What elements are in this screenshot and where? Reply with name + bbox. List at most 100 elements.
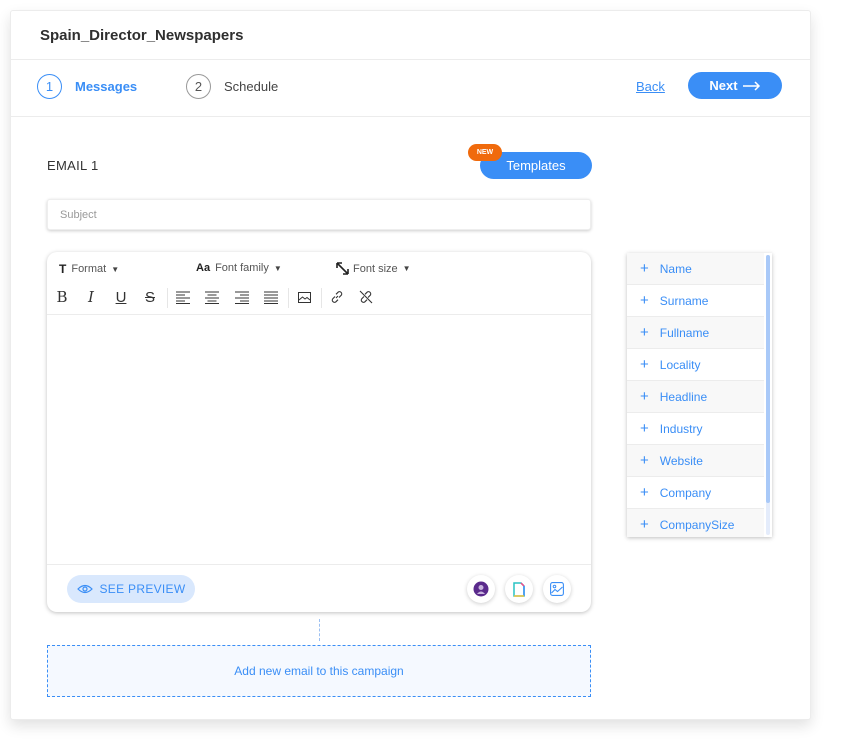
italic-button[interactable]: I (80, 286, 102, 308)
variables-list: + Name + Surname + Fullname + Locality + Head… (627, 253, 772, 537)
variable-item[interactable]: + Fullname (627, 317, 764, 349)
step-schedule[interactable]: 2 Schedule (186, 74, 278, 99)
arrow-right-icon (742, 80, 760, 91)
align-justify-icon (264, 291, 278, 304)
plus-icon: + (640, 452, 649, 469)
step-label: Messages (75, 79, 138, 94)
eye-icon (76, 584, 93, 594)
plus-icon: + (640, 260, 649, 277)
see-preview-label: SEE PREVIEW (99, 582, 186, 596)
variable-label: Fullname (659, 325, 710, 340)
image-icon (297, 291, 311, 303)
variable-label: Website (659, 453, 703, 468)
align-left-icon (176, 291, 190, 304)
email-body-editor[interactable] (47, 315, 591, 564)
align-left-button[interactable] (172, 286, 194, 308)
variable-label: CompanySize (659, 517, 735, 532)
variable-label: Locality (659, 357, 701, 372)
step-number: 2 (186, 74, 211, 99)
plus-icon: + (640, 324, 649, 341)
variable-label: Company (659, 485, 712, 500)
insert-image-button[interactable] (293, 286, 315, 308)
variable-item[interactable]: + Website (627, 445, 764, 477)
bold-icon: B (56, 288, 68, 306)
variable-item[interactable]: + Name (627, 253, 764, 285)
variable-item[interactable]: + Surname (627, 285, 764, 317)
caret-down-icon: ▼ (402, 264, 411, 273)
align-right-icon (235, 291, 249, 304)
toolbar-divider (167, 288, 168, 308)
new-badge: NEW (468, 144, 502, 161)
toolbar-divider (321, 288, 322, 308)
avatar-signature-icon (473, 581, 489, 597)
dashed-connector (319, 619, 320, 641)
format-label: Format (71, 263, 107, 275)
variable-item[interactable]: + Industry (627, 413, 764, 445)
text-format-icon: T (59, 262, 67, 276)
align-right-button[interactable] (231, 286, 253, 308)
variable-label: Surname (659, 293, 709, 308)
signature-button[interactable] (467, 575, 495, 603)
font-size-dropdown[interactable]: Font size ▼ (336, 262, 411, 275)
step-messages[interactable]: 1 Messages (37, 74, 137, 99)
scrollbar-thumb[interactable] (766, 255, 770, 503)
format-dropdown[interactable]: T Format ▼ (59, 262, 119, 276)
bold-button[interactable]: B (51, 286, 73, 308)
variable-label: Headline (659, 389, 708, 404)
strikethrough-button[interactable]: S (139, 286, 161, 308)
underline-button[interactable]: U (110, 286, 132, 308)
step-number: 1 (37, 74, 62, 99)
email-editor: T Format ▼ Aa Font family ▼ Font size ▼ … (47, 252, 591, 612)
email-label: EMAIL 1 (47, 158, 99, 173)
variable-item[interactable]: + Headline (627, 381, 764, 413)
variable-label: Industry (659, 421, 703, 436)
variable-item[interactable]: + Locality (627, 349, 764, 381)
add-new-email-button[interactable]: Add new email to this campaign (47, 645, 591, 697)
resize-icon (336, 262, 349, 275)
font-family-label: Font family (215, 262, 269, 274)
next-label: Next (709, 78, 738, 93)
variable-item[interactable]: + CompanySize (627, 509, 764, 537)
plus-icon: + (640, 292, 649, 309)
campaign-title: Spain_Director_Newspapers (40, 27, 244, 44)
attach-file-button[interactable] (505, 575, 533, 603)
back-link[interactable]: Back (636, 79, 665, 94)
unlink-icon (359, 290, 373, 304)
variable-item[interactable]: + Company (627, 477, 764, 509)
plus-icon: + (640, 516, 649, 533)
insert-image-round-button[interactable] (543, 575, 571, 603)
toolbar-buttons: B I U S (47, 286, 591, 308)
link-icon (331, 291, 343, 303)
steps-bar: 1 Messages 2 Schedule Back Next (11, 60, 810, 117)
image-icon (550, 582, 564, 596)
header: Spain_Director_Newspapers (11, 11, 810, 60)
add-new-email-label: Add new email to this campaign (234, 664, 404, 678)
align-center-button[interactable] (201, 286, 223, 308)
plus-icon: + (640, 388, 649, 405)
caret-down-icon: ▼ (111, 264, 120, 274)
underline-icon: U (115, 288, 127, 306)
step-label: Schedule (224, 79, 279, 94)
campaign-card: Spain_Director_Newspapers 1 Messages 2 S… (10, 10, 811, 720)
font-family-dropdown[interactable]: Aa Font family ▼ (196, 262, 282, 274)
align-justify-button[interactable] (260, 286, 282, 308)
plus-icon: + (640, 484, 649, 501)
toolbar-divider (288, 288, 289, 308)
toolbar-dropdowns: T Format ▼ Aa Font family ▼ Font size ▼ (47, 262, 591, 280)
see-preview-button[interactable]: SEE PREVIEW (67, 575, 195, 603)
variables-panel: + Name + Surname + Fullname + Locality + Head… (627, 253, 772, 537)
caret-down-icon: ▼ (273, 263, 282, 273)
insert-link-button[interactable] (326, 286, 348, 308)
italic-icon: I (88, 288, 94, 306)
next-button[interactable]: Next (688, 72, 782, 99)
font-size-label: Font size (353, 262, 398, 275)
variable-label: Name (659, 261, 692, 276)
align-center-icon (205, 291, 219, 304)
font-family-icon: Aa (196, 262, 211, 274)
subject-input[interactable] (47, 199, 591, 230)
strikethrough-icon: S (144, 288, 155, 306)
remove-link-button[interactable] (355, 286, 377, 308)
plus-icon: + (640, 420, 649, 437)
plus-icon: + (640, 356, 649, 373)
footer-divider-line (47, 564, 591, 565)
